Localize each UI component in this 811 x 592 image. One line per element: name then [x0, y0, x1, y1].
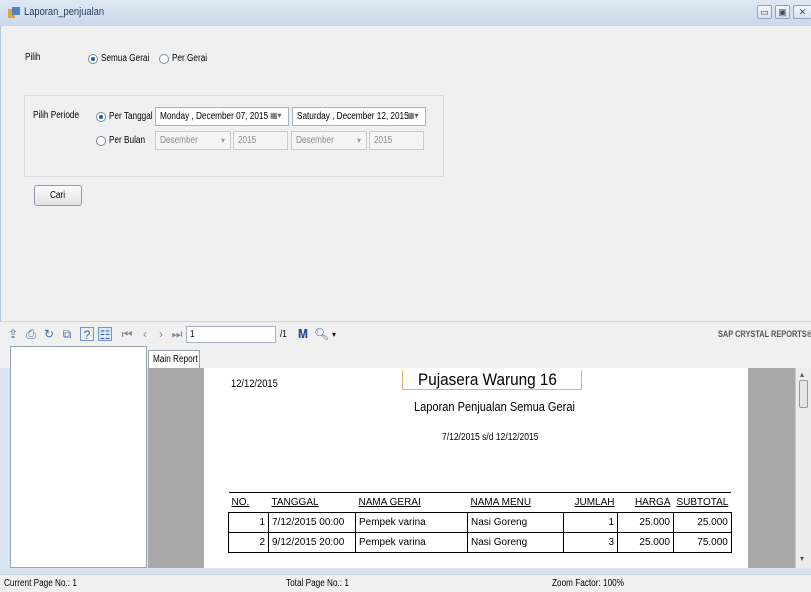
col-header: NO. — [228, 492, 269, 513]
cell: Nasi Goreng — [467, 512, 564, 533]
zoom-icon[interactable]: 🔍︎ — [314, 327, 329, 341]
print-icon[interactable]: ⎙ — [24, 327, 38, 341]
report-title: Pujasera Warung 16 — [418, 370, 557, 389]
page-total: /1 — [280, 329, 287, 340]
minimize-button[interactable]: ▭ — [757, 5, 772, 19]
scroll-thumb[interactable] — [799, 380, 808, 408]
first-page-icon[interactable]: ⏮ — [120, 327, 134, 341]
radio-semua-gerai-label[interactable]: Semua Gerai — [101, 53, 149, 64]
col-header: NAMA GERAI — [355, 492, 468, 513]
status-current-page: Current Page No.: 1 — [4, 578, 77, 589]
date-from-picker[interactable]: Monday , December 07, 2015 ▦▾ — [155, 107, 289, 126]
tab-main-report[interactable]: Main Report — [148, 350, 200, 369]
next-page-icon[interactable]: › — [154, 327, 168, 341]
date-from-value: Monday , December 07, 2015 — [160, 111, 269, 122]
date-to-value: Saturday , December 12, 2015 — [297, 111, 409, 122]
chevron-down-icon: ▾ — [221, 136, 226, 145]
calendar-dropdown-icon[interactable]: ▦▾ — [407, 111, 423, 123]
month-to-select[interactable]: Desember ▾ — [291, 131, 367, 150]
periode-label: Pilih Periode — [33, 110, 80, 121]
col-header: JUMLAH — [563, 492, 618, 513]
cell: 25.000 — [617, 532, 674, 553]
year-from-input[interactable]: 2015 — [233, 131, 288, 150]
month-from-select[interactable]: Desember ▾ — [155, 131, 231, 150]
col-header: HARGA — [617, 492, 674, 513]
prev-page-icon[interactable]: ‹ — [138, 327, 152, 341]
refresh-icon[interactable]: ↻ — [42, 327, 56, 341]
vertical-scrollbar[interactable]: ▴ ▾ — [795, 368, 811, 568]
calendar-dropdown-icon[interactable]: ▦▾ — [270, 111, 286, 123]
chevron-down-icon[interactable]: ▾ — [332, 330, 336, 339]
status-zoom: Zoom Factor: 100% — [552, 578, 625, 589]
report-range: 7/12/2015 s/d 12/12/2015 — [442, 432, 539, 443]
status-bar: Current Page No.: 1 Total Page No.: 1 Zo… — [0, 574, 811, 592]
page-number-input[interactable]: 1 — [186, 326, 276, 343]
group-tree-panel — [10, 346, 147, 568]
tab-main-report-label: Main Report — [153, 354, 198, 365]
page-number-value: 1 — [190, 329, 195, 340]
col-header: TANGGAL — [268, 492, 356, 513]
year-to-value: 2015 — [374, 135, 393, 146]
radio-per-tanggal[interactable] — [96, 112, 106, 122]
pilih-label: Pilih — [25, 52, 41, 63]
window-title: Laporan_penjualan — [24, 6, 105, 18]
cell: 9/12/2015 20:00 — [268, 532, 356, 553]
copy-icon[interactable]: ⧉ — [60, 327, 74, 341]
form-icon — [8, 7, 20, 18]
table-row: 1 7/12/2015 00:00 Pempek varina Nasi Gor… — [228, 512, 732, 533]
cell: 25.000 — [673, 512, 732, 533]
table-row: 2 9/12/2015 20:00 Pempek varina Nasi Gor… — [228, 532, 732, 553]
year-from-value: 2015 — [238, 135, 257, 146]
radio-semua-gerai[interactable] — [88, 54, 98, 64]
cell: 7/12/2015 00:00 — [268, 512, 356, 533]
cell: Pempek varina — [355, 512, 468, 533]
export-icon[interactable]: ⇪ — [6, 327, 20, 341]
cell: 1 — [228, 512, 269, 533]
chevron-down-icon[interactable]: ▾ — [800, 554, 804, 563]
last-page-icon[interactable]: ⏭ — [170, 327, 184, 341]
col-header: SUBTOTAL — [673, 492, 732, 513]
cell: 75.000 — [673, 532, 732, 553]
radio-per-bulan[interactable] — [96, 136, 106, 146]
radio-per-gerai[interactable] — [159, 54, 169, 64]
radio-per-tanggal-label[interactable]: Per Tanggal — [109, 111, 153, 122]
report-toolbar: ⇪ ⎙ ↻ ⧉ ? ☷ ⏮ ‹ › ⏭ 1 /1 𝐌 🔍︎ ▾ SAP CRYS… — [0, 321, 811, 346]
radio-per-bulan-label[interactable]: Per Bulan — [109, 135, 145, 146]
date-to-picker[interactable]: Saturday , December 12, 2015 ▦▾ — [292, 107, 426, 126]
group-tree-icon[interactable]: ☷ — [98, 327, 112, 342]
cari-button-label: Cari — [50, 190, 66, 201]
report-subtitle: Laporan Penjualan Semua Gerai — [414, 399, 575, 414]
report-table: NO. TANGGAL NAMA GERAI NAMA MENU JUMLAH … — [228, 492, 732, 553]
brand-label: SAP CRYSTAL REPORTS® — [718, 329, 811, 339]
col-header: NAMA MENU — [467, 492, 564, 513]
title-bar: Laporan_penjualan ▭ ▣ ✕ — [0, 0, 811, 26]
cari-button[interactable]: Cari — [34, 185, 82, 206]
month-to-value: Desember — [296, 135, 334, 146]
cell: 25.000 — [617, 512, 674, 533]
help-icon[interactable]: ? — [80, 327, 94, 342]
month-from-value: Desember — [160, 135, 198, 146]
maximize-button[interactable]: ▣ — [775, 5, 790, 19]
cell: 3 — [563, 532, 618, 553]
cell: Nasi Goreng — [467, 532, 564, 553]
chevron-up-icon[interactable]: ▴ — [800, 370, 804, 379]
year-to-input[interactable]: 2015 — [369, 131, 424, 150]
chevron-down-icon: ▾ — [357, 136, 362, 145]
cell: 1 — [563, 512, 618, 533]
status-total-page: Total Page No.: 1 — [286, 578, 349, 589]
close-button[interactable]: ✕ — [793, 5, 811, 19]
cell: Pempek varina — [355, 532, 468, 553]
radio-per-gerai-label[interactable]: Per Gerai — [172, 53, 207, 64]
find-icon[interactable]: 𝐌 — [296, 327, 310, 341]
report-print-date: 12/12/2015 — [231, 378, 278, 390]
table-header-row: NO. TANGGAL NAMA GERAI NAMA MENU JUMLAH … — [228, 492, 732, 513]
cell: 2 — [228, 532, 269, 553]
